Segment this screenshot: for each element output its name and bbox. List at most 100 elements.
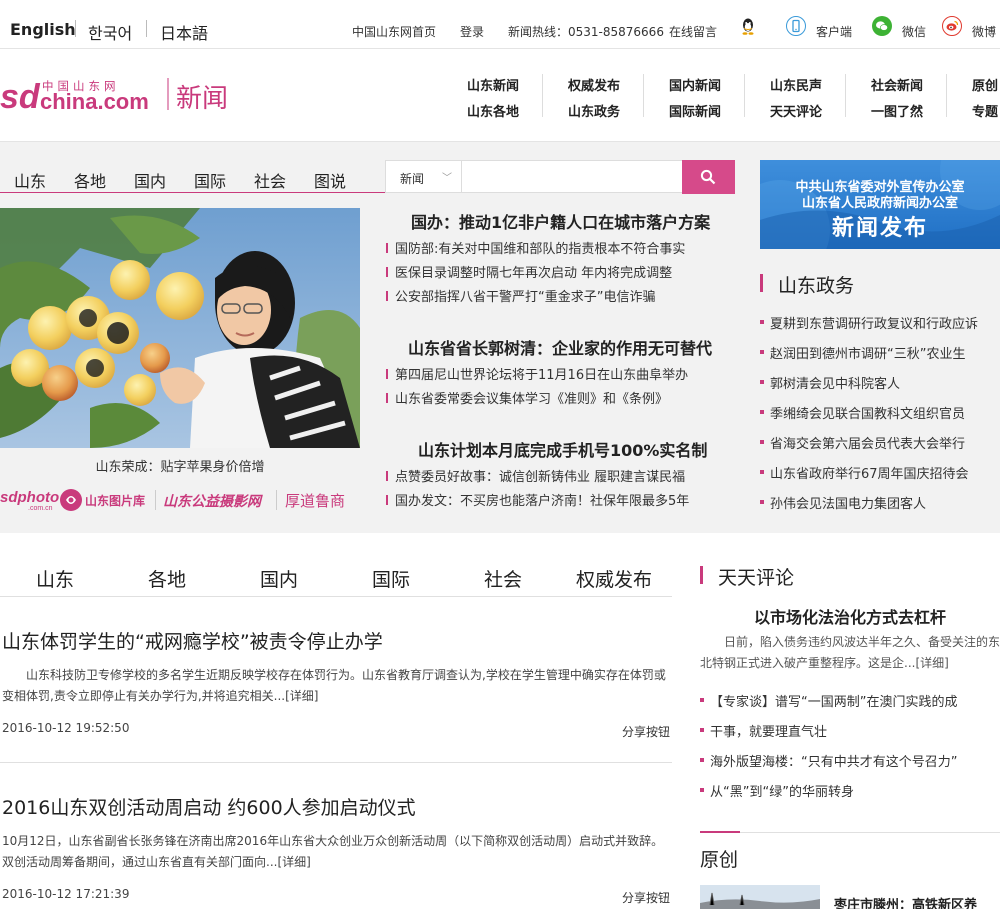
share-button[interactable]: 分享按钮: [622, 723, 670, 740]
press-release-banner[interactable]: 中共山东省委对外宣传办公室 山东省人民政府新闻办公室 新闻发布: [760, 160, 1000, 249]
houdao-lushang-logo[interactable]: 厚道鲁商: [285, 490, 345, 511]
nav-official-release[interactable]: 权威发布: [568, 75, 620, 94]
commentary-summary: 日前，陷入债务违约风波达半年之久、备受关注的东北特钢正式进入破产重整程序。这是企…: [700, 635, 1000, 670]
commentary-headline[interactable]: 以市场化法治化方式去杠杆: [700, 604, 1000, 628]
original-item-title[interactable]: 枣庄市滕州：高铁新区养: [834, 894, 977, 909]
charity-photo-logo[interactable]: 山东公益摄影网: [163, 491, 261, 511]
lang-divider: [146, 20, 147, 37]
main-tab-official[interactable]: 权威发布: [576, 565, 652, 592]
article-date: 2016-10-12 19:52:50: [2, 721, 130, 735]
article-date: 2016-10-12 17:21:39: [2, 887, 130, 901]
mobile-client-icon[interactable]: [786, 16, 806, 36]
nav-shandong-local[interactable]: 山东各地: [467, 101, 519, 120]
login-link[interactable]: 登录: [460, 23, 484, 40]
nav-special[interactable]: 专题: [972, 101, 998, 120]
main-tab-domestic[interactable]: 国内: [260, 565, 298, 592]
gov-item[interactable]: 省海交会第六届会员代表大会举行: [759, 433, 965, 452]
gov-item[interactable]: 孙伟会见法国电力集团客人: [759, 493, 926, 512]
news-item[interactable]: 医保目录调整时隔七年再次启动 年内将完成调整: [385, 262, 672, 281]
lang-japanese-link[interactable]: 日本語: [160, 20, 208, 44]
search-button[interactable]: [682, 160, 735, 194]
article-summary: 10月12日，山东省副省长张务锋在济南出席2016年山东省大众创业万众创新活动周…: [2, 834, 664, 869]
article-summary: 山东科技防卫专修学校的多名学生近期反映学校存在体罚行为。山东省教育厅调查认为,学…: [2, 668, 666, 703]
commentary-item[interactable]: 从“黑”到“绿”的华丽转身: [700, 781, 854, 800]
section-underline: [700, 831, 740, 833]
partner-divider: [155, 490, 156, 510]
qq-icon[interactable]: [738, 16, 758, 36]
article-more-link[interactable]: [详细]: [277, 855, 310, 869]
commentary-item[interactable]: 海外版望海楼：“只有中共才有这个号召力”: [699, 751, 957, 770]
news-item[interactable]: 公安部指挥八省干警严打“重金求子”电信诈骗: [385, 286, 655, 305]
section-marker: [700, 566, 703, 584]
lang-divider: [75, 20, 76, 37]
banner-line-2: 山东省人民政府新闻办公室: [801, 196, 958, 211]
svg-text:sd: sd: [0, 78, 41, 116]
commentary-item[interactable]: 干事，就要理直气壮: [699, 721, 827, 740]
nav-public-voice[interactable]: 山东民声: [770, 75, 822, 94]
photo-caption[interactable]: 山东荣成：贴字苹果身价倍增: [0, 456, 360, 475]
main-tab-intl[interactable]: 国际: [372, 565, 410, 592]
commentary-section-title[interactable]: 天天评论: [718, 563, 794, 590]
home-link[interactable]: 中国山东网首页: [352, 23, 436, 40]
news-item[interactable]: 第四届尼山世界论坛将于11月16日在山东曲阜举办: [385, 364, 688, 383]
photo-library-logo[interactable]: 山东图片库: [85, 492, 145, 509]
band-tab-society[interactable]: 社会: [254, 168, 286, 192]
nav-daily-commentary[interactable]: 天天评论: [770, 101, 822, 120]
gov-item[interactable]: 赵润田到德州市调研“三秋”农业生: [759, 343, 965, 362]
gov-section-title[interactable]: 山东政务: [778, 271, 854, 298]
photo-library-icon: [60, 489, 82, 511]
original-section-title[interactable]: 原创: [700, 845, 738, 872]
news-headline-2[interactable]: 山东省省长郭树清：企业家的作用无可替代: [408, 335, 712, 359]
client-link[interactable]: 客户端: [816, 23, 852, 40]
search-box: 新闻 ﹀: [385, 160, 683, 193]
weibo-icon[interactable]: [942, 16, 962, 36]
nav-at-a-glance[interactable]: 一图了然: [871, 101, 923, 120]
band-tab-shandong[interactable]: 山东: [14, 168, 46, 192]
sdphoto-logo[interactable]: sdphoto .com.cn: [0, 489, 59, 512]
news-headline-1[interactable]: 国办：推动1亿非户籍人口在城市落户方案: [411, 209, 710, 233]
band-tab-domestic[interactable]: 国内: [134, 168, 166, 192]
gov-item[interactable]: 山东省政府举行67周年国庆招待会: [760, 463, 969, 482]
search-category-select[interactable]: 新闻 ﹀: [386, 161, 462, 192]
partner-logos: sdphoto .com.cn 山东图片库 山东公益摄影网 厚道鲁商: [0, 487, 360, 513]
nav-original[interactable]: 原创: [972, 75, 998, 94]
commentary-more-link[interactable]: [详细]: [915, 656, 948, 670]
lang-english-link[interactable]: English: [10, 20, 76, 39]
gov-item[interactable]: 季缃绮会见联合国教科文组织官员: [759, 403, 965, 422]
news-headline-3[interactable]: 山东计划本月底完成手机号100%实名制: [418, 437, 707, 461]
weibo-link[interactable]: 微博: [972, 23, 996, 40]
band-tab-photo[interactable]: 图说: [314, 168, 346, 192]
article-title[interactable]: 2016山东双创活动周启动 约600人参加启动仪式: [2, 793, 416, 820]
news-item[interactable]: 国防部:有关对中国维和部队的指责根本不符合事实: [385, 238, 685, 257]
gov-item[interactable]: 郭树清会见中科院客人: [759, 373, 900, 392]
nav-domestic-news[interactable]: 国内新闻: [669, 75, 721, 94]
band-tab-intl[interactable]: 国际: [194, 168, 226, 192]
partner-divider: [276, 490, 277, 510]
share-button[interactable]: 分享按钮: [622, 889, 670, 906]
nav-shandong-gov[interactable]: 山东政务: [568, 101, 620, 120]
site-logo[interactable]: sd 中国山东网 china.com 新闻: [0, 76, 245, 116]
wechat-icon[interactable]: [872, 16, 892, 36]
nav-divider: [643, 74, 644, 117]
band-tab-local[interactable]: 各地: [74, 168, 106, 192]
article-title[interactable]: 山东体罚学生的“戒网瘾学校”被责令停止办学: [2, 627, 383, 654]
nav-society-news[interactable]: 社会新闻: [871, 75, 923, 94]
search-category-label: 新闻: [400, 172, 425, 186]
main-tab-local[interactable]: 各地: [148, 565, 186, 592]
news-item[interactable]: 山东省委常委会议集体学习《准则》和《条例》: [385, 388, 668, 407]
nav-shandong-news[interactable]: 山东新闻: [467, 75, 519, 94]
lang-korean-link[interactable]: 한국어: [88, 20, 132, 44]
featured-photo[interactable]: [0, 208, 360, 448]
original-thumbnail[interactable]: [700, 885, 820, 909]
main-tab-society[interactable]: 社会: [484, 565, 522, 592]
nav-intl-news[interactable]: 国际新闻: [669, 101, 721, 120]
article-more-link[interactable]: [详细]: [285, 689, 318, 703]
online-message-link[interactable]: 在线留言: [669, 23, 717, 40]
search-input[interactable]: [463, 161, 681, 192]
news-item[interactable]: 点赞委员好故事：诚信创新铸伟业 履职建言谋民福: [385, 466, 685, 485]
wechat-link[interactable]: 微信: [902, 23, 926, 40]
gov-item[interactable]: 夏耕到东营调研行政复议和行政应诉: [759, 313, 978, 332]
commentary-item[interactable]: 【专家谈】谱写“一国两制”在澳门实践的成: [699, 691, 957, 710]
main-tab-shandong[interactable]: 山东: [36, 565, 74, 592]
news-item[interactable]: 国办发文：不买房也能落户济南！社保年限最多5年: [385, 490, 689, 509]
